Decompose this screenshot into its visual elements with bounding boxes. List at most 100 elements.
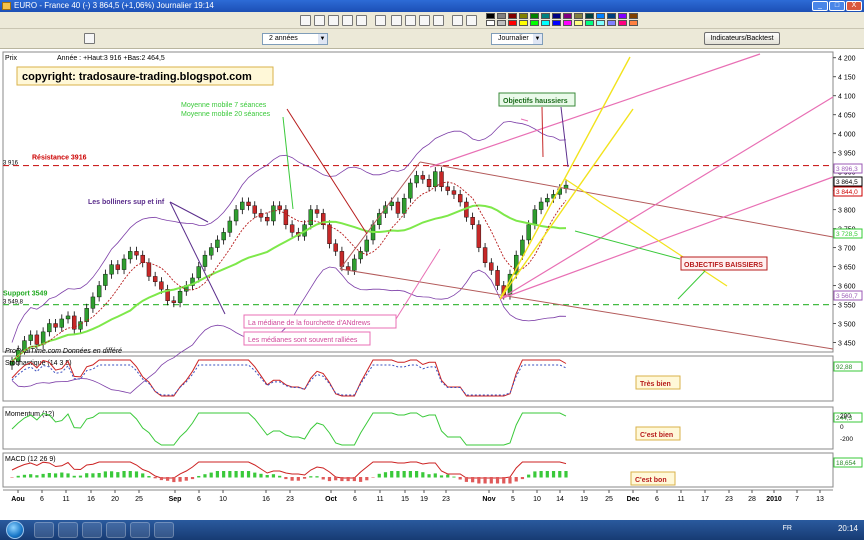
macd-histogram-bar	[60, 472, 64, 478]
line-tool-icon[interactable]	[328, 15, 339, 26]
candle-body	[47, 323, 52, 333]
color-swatch[interactable]	[497, 13, 506, 19]
properties-icon[interactable]	[466, 15, 477, 26]
macd-histogram-bar	[458, 477, 462, 480]
taskbar-app-explorer[interactable]	[58, 522, 78, 538]
color-swatch[interactable]	[629, 13, 638, 19]
color-swatch[interactable]	[530, 20, 539, 26]
x-tick-label: 23	[286, 496, 294, 503]
x-tick-label: Nov	[482, 496, 495, 503]
color-swatch[interactable]	[552, 13, 561, 19]
color-swatch[interactable]	[596, 13, 605, 19]
candle-body	[364, 239, 370, 252]
candle-body	[252, 205, 257, 214]
chart-toolbar: 2 années ▼ Journalier ▼ Indicateurs/Back…	[0, 29, 864, 49]
horizontal-line-icon[interactable]	[342, 15, 353, 26]
taskbar-app-chart[interactable]	[130, 522, 150, 538]
color-swatch[interactable]	[486, 13, 495, 19]
y-tick-label: 3 450	[838, 341, 856, 348]
close-button[interactable]: X	[846, 1, 862, 11]
text-tool-icon[interactable]	[375, 15, 386, 26]
macd-histogram-bar	[415, 471, 419, 478]
color-swatch[interactable]	[552, 20, 561, 26]
period-select[interactable]: 2 années ▼	[262, 33, 328, 45]
candle-body	[333, 243, 338, 252]
x-tick-label: 2010	[766, 496, 782, 503]
candle-body	[215, 239, 220, 248]
taskbar-app-ie[interactable]	[34, 522, 54, 538]
x-tick-label: 11	[376, 496, 383, 503]
macd-histogram-bar	[390, 471, 394, 478]
macd-histogram-bar	[10, 477, 14, 478]
macd-histogram-bar	[153, 477, 157, 479]
candle-body	[227, 220, 233, 233]
indicators-backtest-button[interactable]: Indicateurs/Backtest	[704, 32, 780, 45]
language-indicator[interactable]: FR	[783, 525, 792, 532]
color-swatch[interactable]	[508, 20, 517, 26]
macd-histogram-bar	[315, 476, 319, 478]
color-swatch[interactable]	[486, 20, 495, 26]
candle-body	[28, 334, 33, 341]
color-swatch[interactable]	[607, 13, 616, 19]
color-swatch[interactable]	[585, 13, 594, 19]
color-swatch[interactable]	[563, 20, 572, 26]
color-swatch[interactable]	[585, 20, 594, 26]
median-annotation-1: La médiane de la fourchette d'ANdrews	[248, 320, 371, 327]
color-swatch[interactable]	[519, 13, 528, 19]
x-tick-label: 19	[580, 496, 588, 503]
x-tick-label: 10	[219, 496, 227, 503]
x-tick-label: 16	[87, 496, 95, 503]
macd-histogram-bar	[184, 477, 188, 481]
color-swatch[interactable]	[596, 20, 605, 26]
candle-body	[352, 258, 357, 271]
color-swatch[interactable]	[519, 20, 528, 26]
fibonacci-icon[interactable]	[405, 15, 416, 26]
macd-histogram-bar	[78, 475, 83, 478]
macd-histogram-bar	[471, 477, 475, 483]
pitchfork-icon[interactable]	[419, 15, 430, 26]
color-swatch[interactable]	[607, 20, 616, 26]
candle-body	[65, 315, 71, 320]
minimize-button[interactable]: _	[812, 1, 828, 11]
vertical-line-icon[interactable]	[356, 15, 367, 26]
chart-area[interactable]: 4 2004 1504 1004 0504 0003 9503 9003 850…	[0, 49, 864, 539]
macd-histogram-bar	[197, 475, 201, 478]
color-swatch[interactable]	[574, 20, 583, 26]
fan-tool-icon[interactable]	[433, 15, 444, 26]
macd-histogram-bar	[265, 475, 269, 478]
color-swatch[interactable]	[563, 13, 572, 19]
taskbar-app-other[interactable]	[154, 522, 174, 538]
maximize-button[interactable]: □	[829, 1, 845, 11]
start-button[interactable]	[6, 521, 24, 539]
x-tick-label: 20	[111, 496, 119, 503]
color-swatch[interactable]	[497, 20, 506, 26]
x-tick-label: 5	[511, 496, 515, 503]
delete-icon[interactable]	[452, 15, 463, 26]
price-chart[interactable]: 4 2004 1504 1004 0504 0003 9503 9003 850…	[0, 49, 864, 520]
taskbar-clock[interactable]: 20:14	[838, 524, 858, 533]
price-tag-value: 3 728,5	[836, 231, 858, 238]
color-swatch[interactable]	[629, 20, 638, 26]
candle-body	[482, 247, 488, 263]
drawing-pen-icon[interactable]	[84, 33, 95, 44]
obj-down-annotation: OBJECTIFS BAISSIERS	[684, 262, 763, 269]
zoom-icon[interactable]	[314, 15, 325, 26]
channel-tool-icon[interactable]	[391, 15, 402, 26]
color-swatch[interactable]	[508, 13, 517, 19]
color-swatch[interactable]	[541, 20, 550, 26]
color-swatch[interactable]	[618, 20, 627, 26]
candle-body	[277, 205, 282, 210]
macd-histogram-bar	[284, 477, 288, 480]
macd-histogram-bar	[334, 477, 338, 481]
candle-body	[545, 198, 550, 203]
taskbar-app-media[interactable]	[82, 522, 102, 538]
taskbar-app-prorealtime[interactable]	[106, 522, 126, 538]
stochastic-value-tag: 92,88	[836, 364, 853, 371]
color-swatch[interactable]	[618, 13, 627, 19]
color-swatch[interactable]	[541, 13, 550, 19]
color-swatch[interactable]	[530, 13, 539, 19]
color-swatch[interactable]	[574, 13, 583, 19]
cursor-icon[interactable]	[300, 15, 311, 26]
stochastic-comment: Très bien	[640, 381, 671, 388]
interval-select[interactable]: Journalier ▼	[491, 33, 543, 45]
